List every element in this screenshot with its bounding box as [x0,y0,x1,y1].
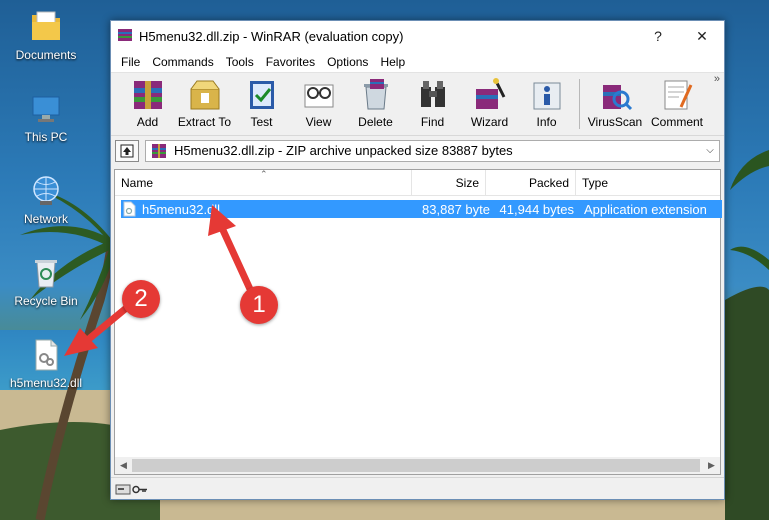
annotation-arrows [64,205,259,356]
arrow-to-file-row [208,205,259,304]
arrow-to-desktop-file [64,301,134,356]
step-badge-2: 2 [122,280,160,318]
step-badge-1: 1 [240,286,278,324]
